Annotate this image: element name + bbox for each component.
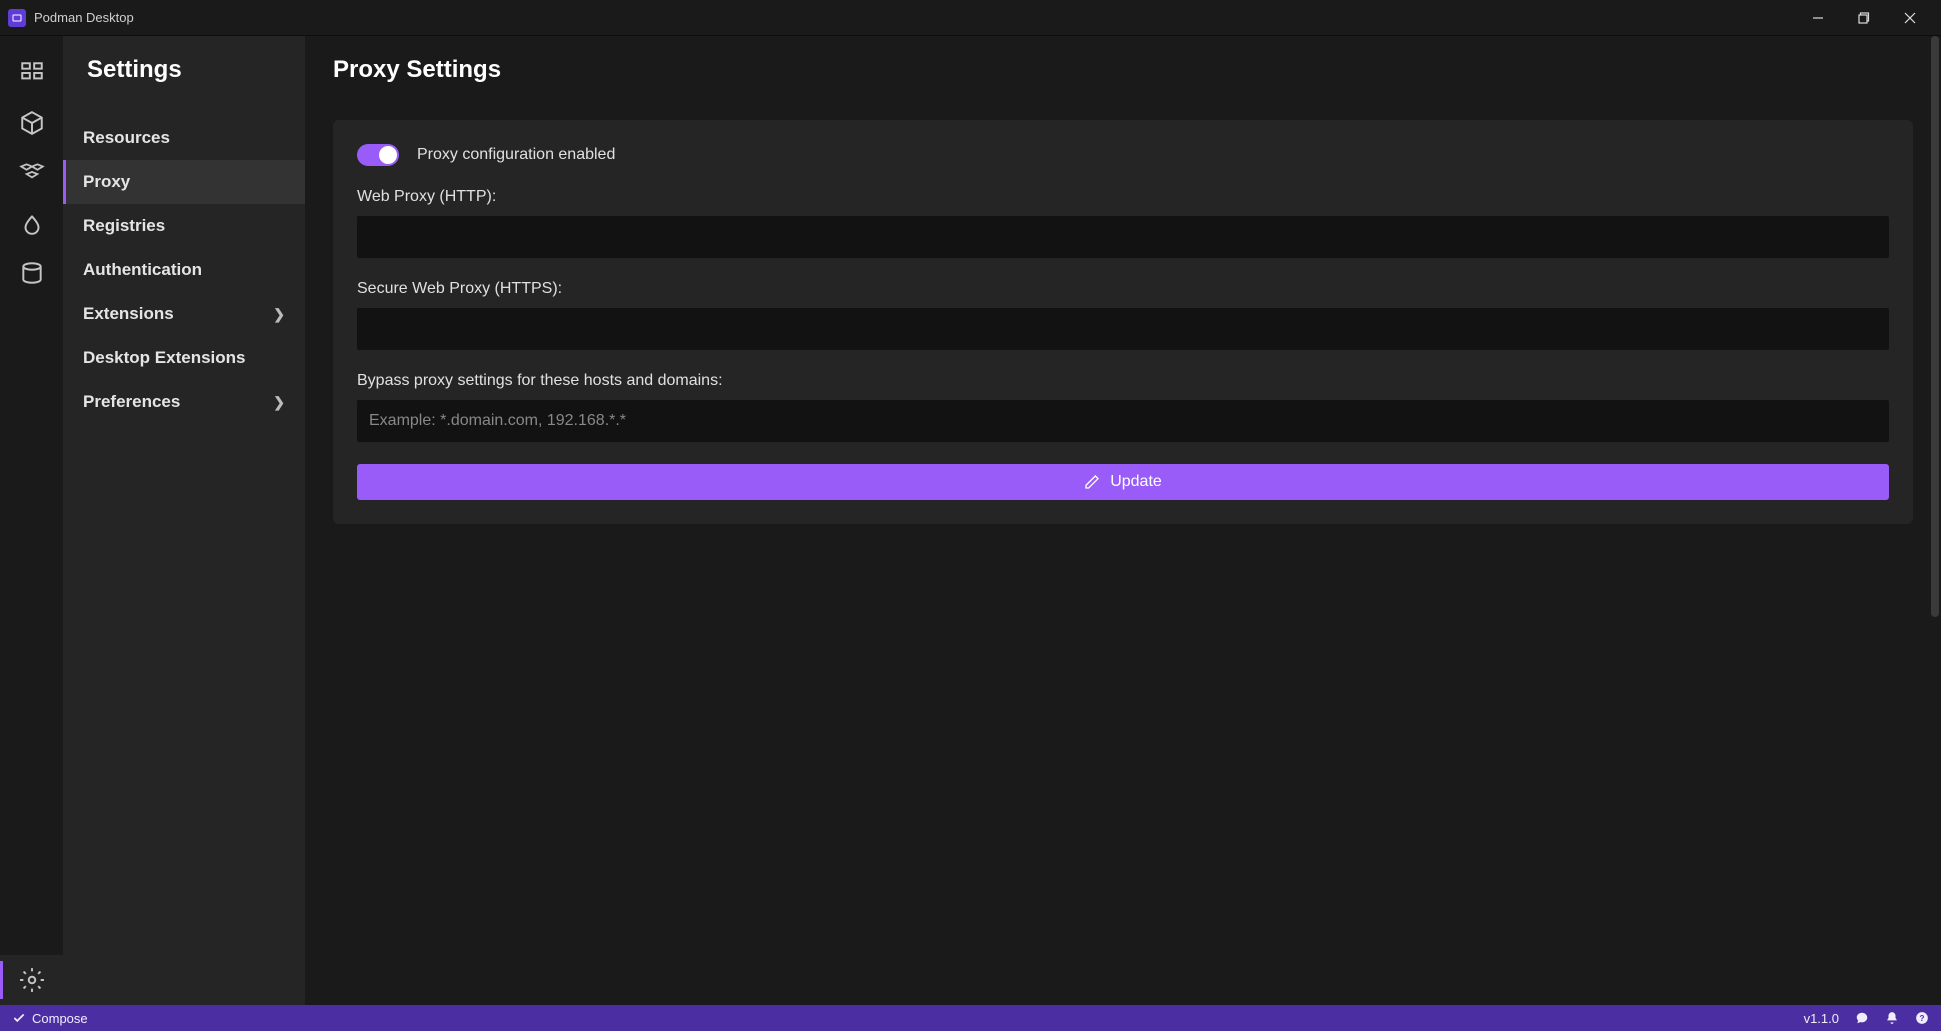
bell-icon[interactable] bbox=[1885, 1011, 1899, 1025]
activity-settings[interactable] bbox=[0, 955, 63, 1005]
sidebar-item-label: Extensions bbox=[83, 304, 174, 324]
scrollbar[interactable] bbox=[1931, 36, 1939, 617]
sidebar-item-proxy[interactable]: Proxy bbox=[63, 160, 305, 204]
window-maximize-button[interactable] bbox=[1841, 0, 1887, 36]
https-proxy-input[interactable] bbox=[357, 308, 1889, 350]
help-icon[interactable]: ? bbox=[1915, 1011, 1929, 1025]
activity-images[interactable] bbox=[0, 198, 63, 248]
sidebar-item-label: Desktop Extensions bbox=[83, 348, 246, 368]
sidebar-item-label: Authentication bbox=[83, 260, 202, 280]
chevron-right-icon: ❯ bbox=[273, 306, 285, 323]
sidebar-item-resources[interactable]: Resources bbox=[63, 116, 305, 160]
status-compose[interactable]: Compose bbox=[32, 1011, 88, 1026]
bypass-label: Bypass proxy settings for these hosts an… bbox=[357, 372, 1889, 390]
titlebar: Podman Desktop bbox=[0, 0, 1941, 36]
sidebar-item-authentication[interactable]: Authentication bbox=[63, 248, 305, 292]
check-icon bbox=[12, 1011, 26, 1025]
sidebar-item-extensions[interactable]: Extensions ❯ bbox=[63, 292, 305, 336]
status-version[interactable]: v1.1.0 bbox=[1804, 1011, 1839, 1026]
https-proxy-label: Secure Web Proxy (HTTPS): bbox=[357, 280, 1889, 298]
sidebar-item-registries[interactable]: Registries bbox=[63, 204, 305, 248]
svg-text:?: ? bbox=[1920, 1014, 1925, 1023]
activity-containers[interactable] bbox=[0, 98, 63, 148]
sidebar-item-label: Resources bbox=[83, 128, 170, 148]
toggle-knob bbox=[379, 146, 397, 164]
activitybar bbox=[0, 36, 63, 1005]
sidebar-item-label: Preferences bbox=[83, 392, 180, 412]
http-proxy-input[interactable] bbox=[357, 216, 1889, 258]
proxy-enabled-toggle[interactable] bbox=[357, 144, 399, 166]
proxy-panel: Proxy configuration enabled Web Proxy (H… bbox=[333, 120, 1913, 524]
update-button[interactable]: Update bbox=[357, 464, 1889, 500]
activity-dashboard[interactable] bbox=[0, 48, 63, 98]
statusbar: Compose v1.1.0 ? bbox=[0, 1005, 1941, 1031]
update-button-label: Update bbox=[1110, 473, 1162, 491]
window-minimize-button[interactable] bbox=[1795, 0, 1841, 36]
app-icon bbox=[8, 9, 26, 27]
chevron-right-icon: ❯ bbox=[273, 394, 285, 411]
sidebar-item-desktop-extensions[interactable]: Desktop Extensions bbox=[63, 336, 305, 380]
page-title: Proxy Settings bbox=[333, 56, 1913, 84]
activity-volumes[interactable] bbox=[0, 248, 63, 298]
chat-icon[interactable] bbox=[1855, 1011, 1869, 1025]
content-area: Proxy Settings Proxy configuration enabl… bbox=[305, 36, 1941, 1005]
sidebar-item-label: Proxy bbox=[83, 172, 130, 192]
sidebar-item-label: Registries bbox=[83, 216, 165, 236]
pencil-icon bbox=[1084, 474, 1100, 490]
settings-sidebar: Settings Resources Proxy Registries Auth… bbox=[63, 36, 305, 1005]
window-close-button[interactable] bbox=[1887, 0, 1933, 36]
http-proxy-label: Web Proxy (HTTP): bbox=[357, 188, 1889, 206]
app-title: Podman Desktop bbox=[34, 10, 134, 25]
sidebar-heading: Settings bbox=[63, 56, 305, 116]
sidebar-item-preferences[interactable]: Preferences ❯ bbox=[63, 380, 305, 424]
bypass-input[interactable] bbox=[357, 400, 1889, 442]
activity-pods[interactable] bbox=[0, 148, 63, 198]
proxy-enabled-label: Proxy configuration enabled bbox=[417, 146, 615, 164]
